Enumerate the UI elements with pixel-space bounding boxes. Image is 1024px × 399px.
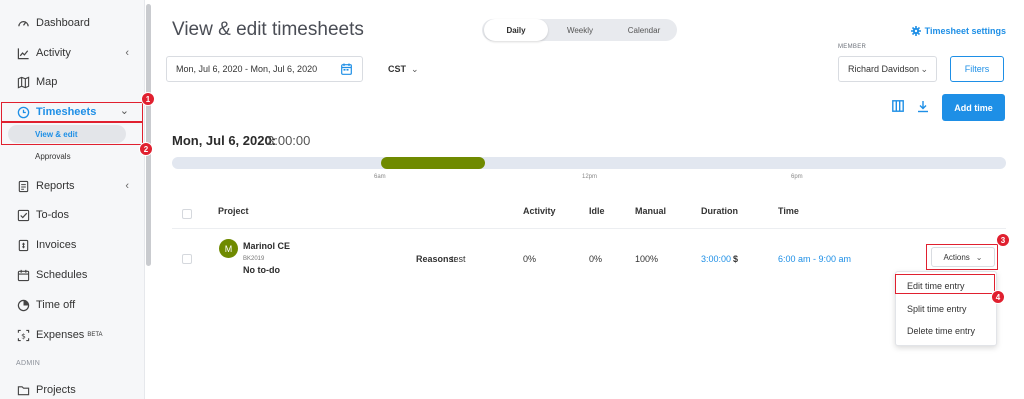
sidebar-item-label: Activity (36, 47, 71, 59)
date-range-picker[interactable]: Mon, Jul 6, 2020 - Mon, Jul 6, 2020 (166, 56, 363, 82)
gear-icon (910, 26, 921, 36)
day-heading: Mon, Jul 6, 2020: (172, 133, 277, 148)
svg-text:$: $ (21, 331, 26, 340)
calendar-icon (16, 268, 30, 282)
column-header-manual: Manual (635, 206, 667, 216)
sidebar-item-activity[interactable]: Activity ‹ (0, 38, 145, 68)
folder-icon (16, 383, 30, 397)
sidebar-item-todos[interactable]: To-dos (0, 200, 145, 230)
scrollbar-thumb[interactable] (146, 4, 151, 266)
chart-line-icon (16, 46, 30, 60)
report-icon (16, 179, 30, 193)
column-header-duration: Duration (701, 206, 738, 216)
member-label: MEMBER (838, 44, 867, 50)
step-badge: 2 (139, 142, 153, 156)
column-header-time: Time (778, 206, 799, 216)
sidebar-item-label: Reports (36, 180, 75, 192)
manual-value: 100% (635, 254, 659, 264)
beta-badge: BETA (87, 332, 103, 338)
highlight-timesheets (1, 102, 143, 122)
calendar-icon (341, 63, 352, 77)
column-header-idle: Idle (589, 206, 605, 216)
timeline-tick: 6am (374, 174, 386, 180)
reasons-value: test (451, 254, 466, 264)
expenses-icon: $ (16, 328, 30, 342)
duration-value[interactable]: 3:00:00 (701, 254, 731, 264)
day-timeline (172, 157, 1006, 169)
divider (172, 228, 1006, 229)
menu-item-delete-time-entry[interactable]: Delete time entry (907, 326, 975, 336)
sidebar-item-expenses[interactable]: $ Expenses BETA (0, 320, 145, 350)
sidebar-subitem-approvals[interactable]: Approvals (35, 152, 71, 161)
tab-weekly[interactable]: Weekly (548, 19, 612, 41)
timezone-select[interactable]: CST ⌄ (388, 64, 419, 75)
chevron-down-icon: ⌄ (411, 64, 419, 74)
sidebar-item-map[interactable]: Map (0, 67, 145, 97)
pie-icon (16, 298, 30, 312)
column-header-project: Project (218, 206, 249, 216)
sidebar-item-label: Invoices (36, 239, 77, 251)
sidebar-item-label: Schedules (36, 269, 88, 281)
filters-button[interactable]: Filters (950, 56, 1004, 82)
step-badge: 3 (996, 233, 1010, 247)
sidebar-item-invoices[interactable]: Invoices (0, 230, 145, 260)
billable-dollar-icon: $ (733, 254, 739, 264)
highlight-actions (926, 244, 998, 270)
sidebar-item-label: Dashboard (36, 17, 90, 29)
sidebar-item-time-off[interactable]: Time off (0, 290, 145, 320)
menu-item-split-time-entry[interactable]: Split time entry (907, 304, 967, 314)
columns-icon[interactable] (892, 100, 904, 112)
sidebar-section-admin: ADMIN (16, 360, 41, 367)
highlight-edit-time-entry (895, 274, 995, 294)
sidebar-item-label: Map (36, 76, 58, 88)
todo-label: No to-do (243, 265, 280, 275)
download-icon[interactable] (917, 100, 929, 113)
column-header-activity: Activity (523, 206, 556, 216)
activity-value: 0% (523, 254, 537, 264)
invoice-icon (16, 238, 30, 252)
tab-daily[interactable]: Daily (484, 19, 548, 41)
row-checkbox[interactable] (182, 254, 192, 264)
sidebar-item-reports[interactable]: Reports ‹ (0, 171, 145, 201)
time-range-value[interactable]: 6:00 am - 9:00 am (778, 254, 851, 264)
step-badge: 1 (141, 92, 155, 106)
gauge-icon (16, 16, 30, 30)
sidebar-item-schedules[interactable]: Schedules (0, 260, 145, 290)
idle-value: 0% (589, 254, 603, 264)
date-range-value: Mon, Jul 6, 2020 - Mon, Jul 6, 2020 (176, 64, 318, 74)
chevron-down-icon: ⌄ (920, 64, 928, 74)
sidebar: Dashboard Activity ‹ Map Timesheets ⌄ Vi… (0, 0, 145, 399)
timesheet-settings-link[interactable]: Timesheet settings (910, 26, 1006, 36)
sidebar-item-label: Projects (36, 384, 76, 396)
day-duration: 3:00:00 (267, 133, 311, 148)
sidebar-scrollbar[interactable] (145, 0, 152, 399)
map-icon (16, 75, 30, 89)
sidebar-item-label: Expenses (36, 329, 85, 341)
timeline-tick: 6pm (791, 174, 803, 180)
highlight-view-edit (1, 122, 143, 145)
add-time-button[interactable]: Add time (942, 94, 1005, 121)
time-entry-bar[interactable] (380, 157, 485, 169)
chevron-left-icon: ‹ (125, 47, 129, 59)
tab-calendar[interactable]: Calendar (612, 19, 676, 41)
step-badge: 4 (991, 290, 1005, 304)
sidebar-item-label: To-dos (36, 209, 70, 221)
timeline-tick: 12pm (582, 174, 598, 180)
project-code: BK2019 (243, 256, 265, 262)
page-title: View & edit timesheets (172, 19, 364, 40)
chevron-left-icon: ‹ (125, 180, 129, 192)
sidebar-item-projects[interactable]: Projects (0, 375, 145, 399)
sidebar-item-dashboard[interactable]: Dashboard (0, 8, 145, 38)
member-select[interactable]: Richard Davidson ⌄ (838, 56, 937, 82)
avatar: M (219, 239, 238, 258)
project-name: Marinol CE (243, 241, 291, 251)
checkbox-icon (16, 208, 30, 222)
select-all-checkbox[interactable] (182, 209, 192, 219)
view-toggle: Daily Weekly Calendar (482, 19, 677, 41)
sidebar-item-label: Time off (36, 299, 76, 311)
